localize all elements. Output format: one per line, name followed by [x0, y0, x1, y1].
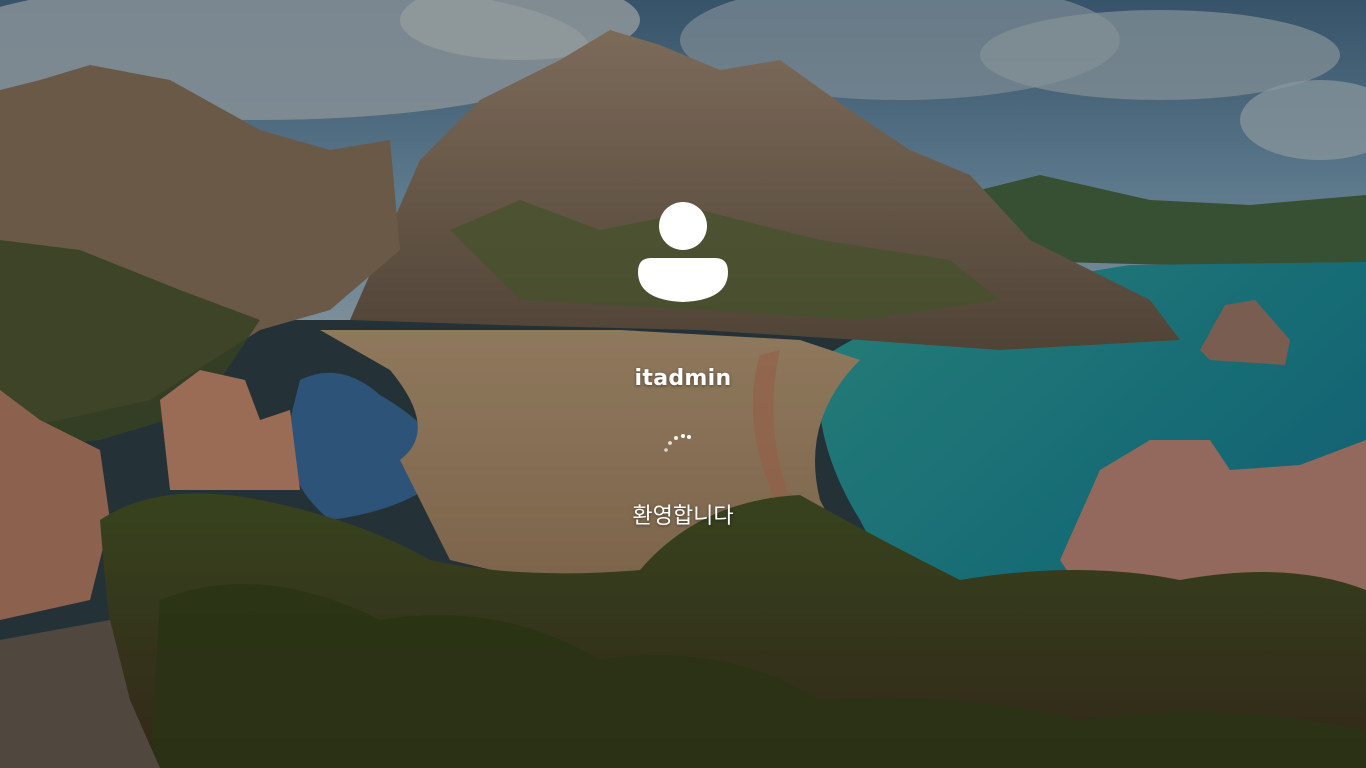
- username-label: itadmin: [634, 366, 732, 391]
- user-avatar-icon: [638, 202, 728, 302]
- lock-screen: itadmin 환영합니다: [0, 0, 1366, 768]
- loading-spinner-icon: [664, 434, 691, 452]
- status-text: 환영합니다: [632, 504, 734, 529]
- login-panel: itadmin 환영합니다: [0, 0, 1366, 768]
